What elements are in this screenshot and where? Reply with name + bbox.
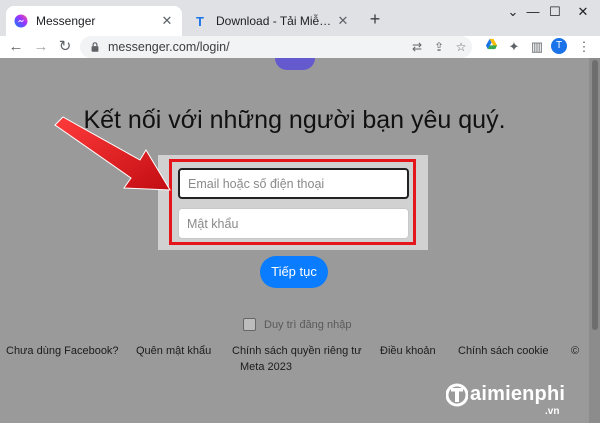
watermark-tld: .vn (545, 406, 560, 417)
red-arrow-annotation (54, 116, 171, 191)
watermark-brand: aimienphi (470, 383, 566, 405)
taimienphi-logo-icon (446, 383, 468, 407)
